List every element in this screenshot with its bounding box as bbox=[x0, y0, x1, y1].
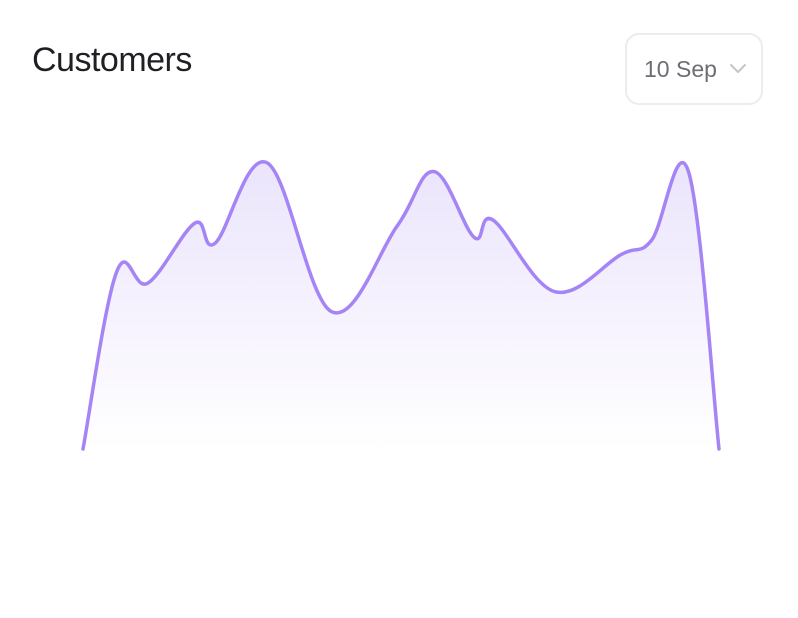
chevron-down-icon bbox=[729, 64, 746, 73]
customers-card: Customers 10 Sep bbox=[0, 0, 798, 618]
date-select-value: 10 Sep bbox=[644, 55, 717, 82]
date-select[interactable]: 10 Sep bbox=[625, 33, 763, 105]
card-title: Customers bbox=[32, 41, 192, 79]
area-fill bbox=[83, 161, 719, 449]
